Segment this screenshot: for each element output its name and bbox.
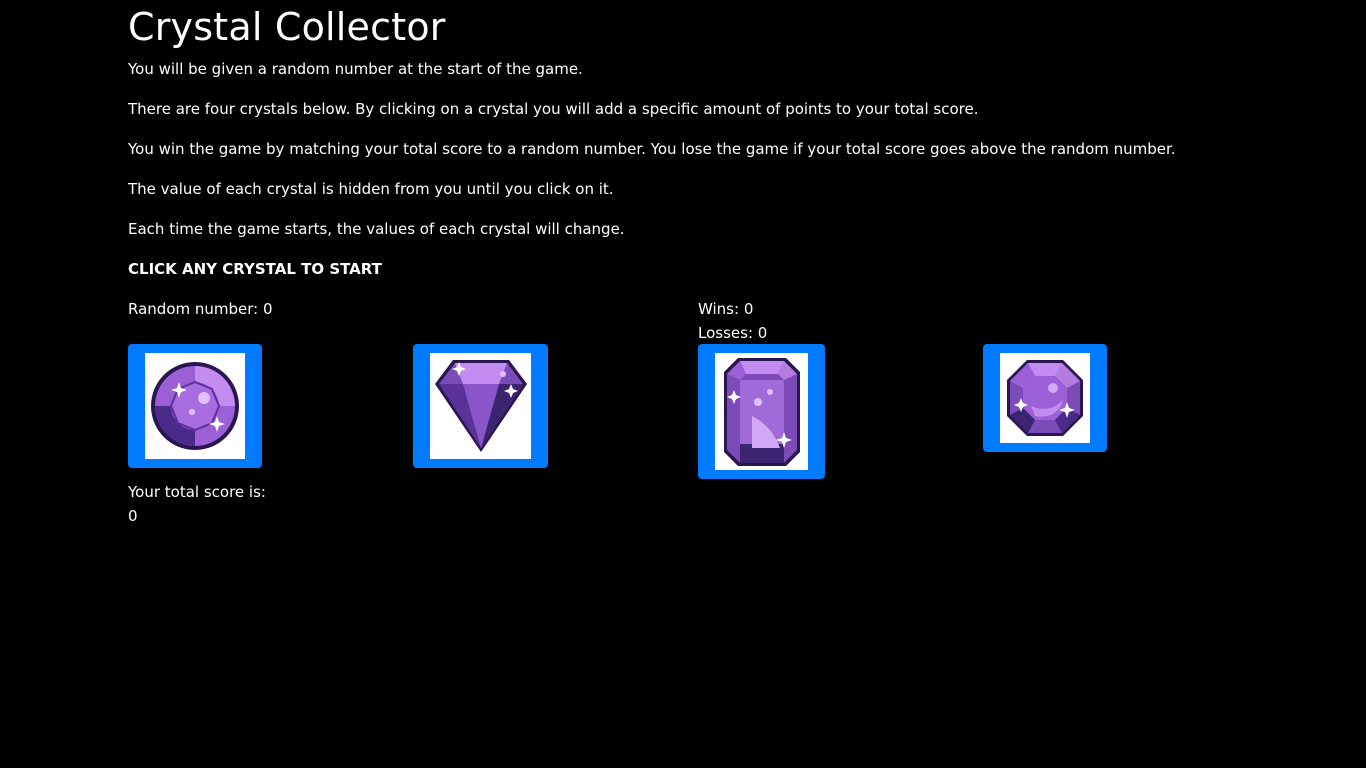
losses-value: 0 <box>757 324 768 342</box>
instruction-5: Each time the game starts, the values of… <box>128 220 625 238</box>
instruction-2: There are four crystals below. By clicki… <box>128 100 979 118</box>
crystal-image-4 <box>1000 353 1090 443</box>
crystal-button-4[interactable] <box>983 344 1107 452</box>
diamond-crystal-icon <box>434 360 527 452</box>
random-number-label: Random number: <box>128 300 259 318</box>
wins-label: Wins: <box>698 300 740 318</box>
score-label: Your total score is: <box>128 483 266 501</box>
wins-display: Wins: 0 <box>698 300 753 318</box>
round-crystal-icon <box>151 362 239 450</box>
game-container: Crystal Collector You will be given a ra… <box>128 0 1238 525</box>
page-title: Crystal Collector <box>128 5 446 49</box>
instruction-4: The value of each crystal is hidden from… <box>128 180 614 198</box>
crystal-button-3[interactable] <box>698 344 825 479</box>
random-number-value: 0 <box>262 300 273 318</box>
instruction-3: You win the game by matching your total … <box>128 140 1176 158</box>
losses-display: Losses: 0 <box>698 324 767 342</box>
crystal-image-2 <box>430 353 531 459</box>
crystal-image-1 <box>145 353 245 459</box>
losses-label: Losses: <box>698 324 753 342</box>
instruction-1: You will be given a random number at the… <box>128 60 583 78</box>
crystal-image-3 <box>715 353 808 470</box>
emerald-cut-crystal-icon <box>723 357 800 466</box>
score-value: 0 <box>128 507 138 525</box>
wins-value: 0 <box>743 300 754 318</box>
random-number-display: Random number: 0 <box>128 300 273 318</box>
crystal-button-2[interactable] <box>413 344 548 468</box>
crystal-button-1[interactable] <box>128 344 262 468</box>
octagon-crystal-icon <box>1007 360 1083 436</box>
start-prompt: CLICK ANY CRYSTAL TO START <box>128 260 382 278</box>
